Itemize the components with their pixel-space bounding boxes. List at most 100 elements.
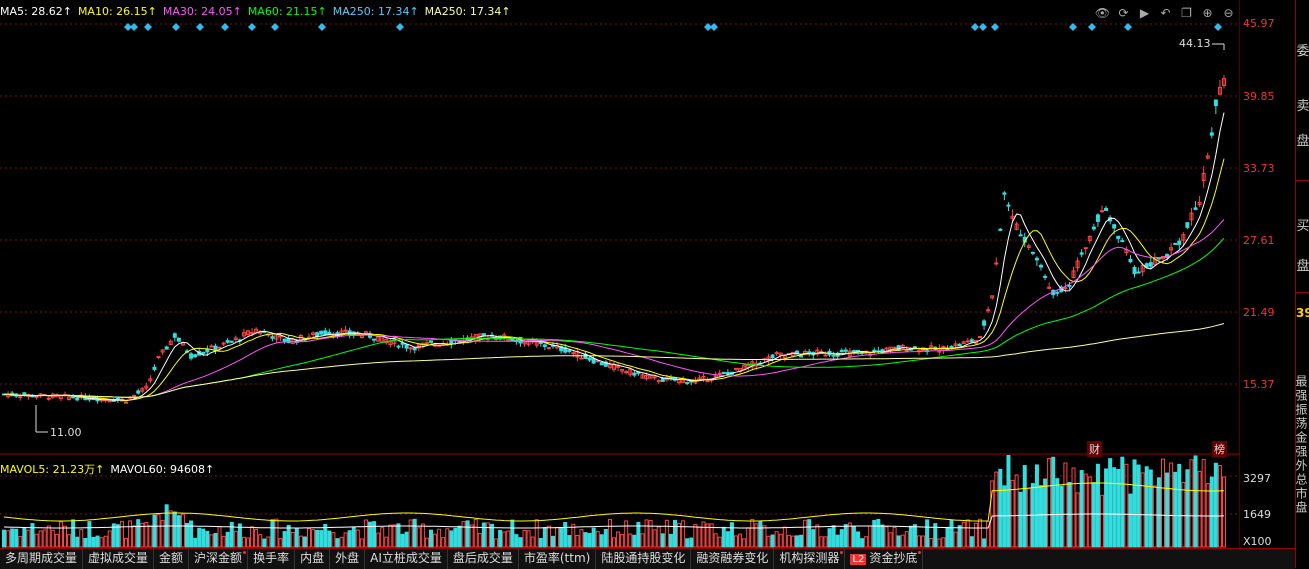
volume-bar [441,537,446,548]
volume-bar [189,520,194,548]
volume-bar [998,468,1003,548]
volume-bar [351,527,356,548]
indicator-tab[interactable]: 机构探测器 [774,549,846,569]
indicator-tab[interactable]: 内盘 [295,549,331,569]
ma-legend: MA5: 28.62↑ MA10: 26.15↑ MA30: 24.05↑ MA60:… [0,5,517,18]
rank-mark[interactable]: 榜 [1212,441,1227,457]
indicator-tab[interactable]: 沪深金额 [189,549,249,569]
volume-bar [46,525,51,548]
volume-bar [632,534,637,548]
indicator-tab[interactable]: 金额 [154,549,190,569]
volume-bar [1222,476,1226,548]
signal-marker [318,23,326,31]
volume-bar [937,538,942,548]
volume-bar [424,537,429,548]
candle-body [1063,287,1068,290]
volume-bar [721,526,726,548]
candle-body [579,357,584,360]
panel-value: 39 [1296,306,1309,320]
candle-body [1177,240,1182,245]
volume-bar [770,534,775,548]
indicator-tab[interactable]: L2 资金抄底 [845,549,924,569]
indicator-tab[interactable]: 陆股通持股变化 [596,549,692,569]
volume-bar [612,537,616,548]
volume-bar [363,519,368,548]
volume-bar [725,531,730,548]
volume-bar [250,526,255,548]
volume-bar [506,530,511,548]
volume-bar [79,529,84,548]
volume-bar [546,525,551,548]
volume-bar [388,524,393,548]
undo-icon[interactable]: ↶ [1157,5,1174,22]
volume-bar [835,534,840,548]
indicator-tab[interactable]: AI立桩成交量 [365,549,448,569]
indicator-tab[interactable]: 市盈率(ttm) [519,549,597,569]
volume-bar [241,536,246,548]
signal-marker [271,23,279,31]
volume-bar [1051,456,1056,548]
volume-bar [766,535,771,548]
volume-bar [278,538,283,548]
indicator-tab[interactable]: 虚拟成交量 [83,549,155,569]
volume-bar [99,537,104,548]
volume-bar [1189,459,1194,548]
volume-bar [616,531,621,548]
candle-body [404,344,409,349]
candle-body [969,339,974,343]
indicator-tab[interactable]: 盘后成交量 [448,549,519,569]
volume-bar [1213,462,1218,548]
volume-bar [87,521,92,548]
volume-bar [860,538,865,548]
eye-icon[interactable]: 👁 [1094,5,1111,22]
play-icon[interactable]: ▶ [1136,5,1153,22]
ma-line-60 [4,237,1225,398]
volume-bar [473,518,478,548]
volume-bar [994,471,999,548]
volume-bar [973,522,978,548]
volume-bar [262,538,267,548]
order-book-panel: 委 卖 盘 买 盘 39 最强振荡金强外总市盘 [1294,0,1309,568]
zoom-in-icon[interactable]: ⊕ [1199,5,1216,22]
volume-bar [551,535,555,548]
candle-body [705,380,710,383]
candle-body [1213,99,1218,107]
volume-bar [286,524,291,548]
volume-bar [1043,478,1048,548]
ma-legend-item: MA60: 21.15↑ [247,5,327,18]
volume-bar [1116,468,1121,548]
candle-body [1039,264,1043,268]
candle-body [221,342,226,345]
volume-bar [738,533,743,548]
candle-body [843,349,848,352]
zoom-out-icon[interactable]: ⊖ [1220,5,1237,22]
signal-marker [221,23,229,31]
volume-bar [628,533,633,548]
volume-bar [717,536,722,548]
volume-bar [1047,457,1052,548]
volume-bar [465,520,470,548]
volume-bar [258,534,263,548]
candle-body [258,331,263,334]
volume-bar [595,531,600,548]
volume-bar [982,538,987,548]
candle-body [319,330,324,335]
refresh-icon[interactable]: ⟳ [1115,5,1132,22]
price-chart[interactable] [0,0,1240,455]
volume-bar [408,519,413,548]
candle-body [176,337,181,342]
candle-body [986,309,991,312]
candle-body [250,332,255,335]
copy-icon[interactable]: ❐ [1178,5,1195,22]
finance-mark[interactable]: 财 [1087,441,1102,457]
candle-body [734,367,738,370]
indicator-tab[interactable]: 换手率 [248,549,296,569]
indicator-tab[interactable]: 多周期成交量 [0,549,84,569]
volume-bar [713,533,718,548]
candle-body [904,349,909,352]
candle-body [46,397,51,400]
indicator-tab[interactable]: 融资融券变化 [691,549,775,569]
ma-legend-item: MA30: 24.05↑ [162,5,242,18]
volume-bar [790,535,795,548]
indicator-tab[interactable]: 外盘 [330,549,366,569]
